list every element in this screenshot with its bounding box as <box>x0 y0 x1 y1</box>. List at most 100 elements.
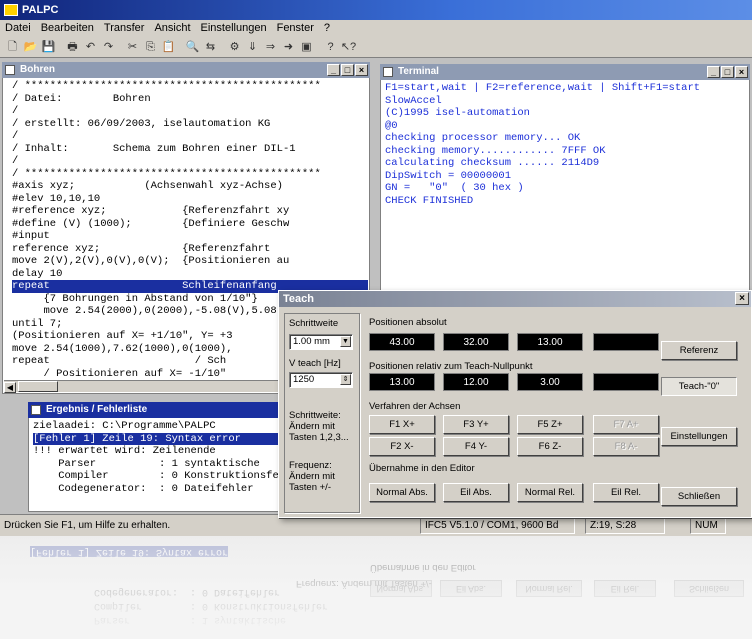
replace-icon[interactable]: ⇆ <box>202 39 219 56</box>
axis-button-4[interactable]: F2 X- <box>369 437 435 456</box>
result-line: Compiler : 0 Konstruktionsfehler <box>33 470 284 482</box>
terminal-line: DipSwitch = 00000001 <box>385 169 512 182</box>
close-dialog-button[interactable]: Schließen <box>661 487 737 506</box>
list-icon <box>31 405 41 415</box>
settings-button[interactable]: Einstellungen <box>661 427 737 446</box>
save-icon[interactable]: 💾 <box>40 39 57 56</box>
result-line: zielaadei: C:\Programme\PALPC <box>33 420 216 432</box>
editor-line: / Inhalt: Schema zum Bohren einer DIL-1 <box>12 142 296 155</box>
menu-item[interactable]: Fenster <box>272 20 319 36</box>
maximize-button[interactable]: □ <box>721 66 734 78</box>
scrollbar-thumb[interactable] <box>18 381 58 392</box>
editor-line: #input <box>12 230 50 242</box>
terminal-line: (C)1995 isel-automation <box>385 107 530 119</box>
terminal-icon[interactable]: ▣ <box>298 39 315 56</box>
rel-positions-label: Positionen relativ zum Teach-Nullpunkt <box>369 361 533 372</box>
schrittweite-select[interactable]: 1.00 mm ▼ <box>289 334 353 350</box>
schrittweite-value: 1.00 mm <box>293 336 330 347</box>
result-line: Codegenerator: : 0 Dateifehler <box>33 482 254 495</box>
close-button[interactable]: × <box>355 64 368 76</box>
menu-item[interactable]: Einstellungen <box>196 20 272 36</box>
editor-titlebar[interactable]: Bohren _ □ × <box>2 62 370 78</box>
maximize-button[interactable]: □ <box>341 64 354 76</box>
compile-icon[interactable]: ⚙ <box>226 39 243 56</box>
result-line: Parser : 1 syntaktische <box>33 457 260 470</box>
menu-item[interactable]: Transfer <box>99 20 150 36</box>
toolbar: 🗋 📂 💾 🖶 ↶ ↷ ✂ ⎘ 📋 🔍 ⇆ ⚙ ⇓ ⇒ ➜ ▣? ↖? <box>0 38 752 58</box>
help-icon[interactable]: ? <box>322 39 339 56</box>
editor-transfer-button[interactable]: Normal Rel. <box>517 483 583 502</box>
vteach-spinner[interactable]: 1250 ⇕ <box>289 372 353 388</box>
step-hint: Schrittweite: Ändern mit Tasten 1,2,3... <box>289 410 349 443</box>
editor-line: / **************************************… <box>12 167 321 180</box>
teach-zero-button[interactable]: Teach-"0" <box>661 377 737 396</box>
minimize-button[interactable]: _ <box>327 64 340 76</box>
editor-line: reference xyz; {Referenzfahrt <box>12 242 271 255</box>
context-help-icon[interactable]: ↖? <box>340 39 357 56</box>
axis-button-3: F7 A+ <box>593 415 659 434</box>
editor-transfer-button[interactable]: Eil Rel. <box>593 483 659 502</box>
editor-transfer-button[interactable]: Eil Abs. <box>443 483 509 502</box>
terminal-titlebar[interactable]: Terminal _ □ × <box>380 64 750 80</box>
menu-item[interactable]: ? <box>319 20 335 36</box>
results-titlebar[interactable]: Ergebnis / Fehlerliste <box>28 402 286 418</box>
open-folder-icon[interactable]: 📂 <box>22 39 39 56</box>
download-icon[interactable]: ⇓ <box>244 39 261 56</box>
rel-position-readout: 12.00 <box>443 373 509 391</box>
abs-position-readout <box>593 333 659 351</box>
transfer-icon[interactable]: ⇒ <box>262 39 279 56</box>
app-titlebar[interactable]: PALPC <box>0 0 752 20</box>
editor-line: / erstellt: 06/09/2003, iselautomation K… <box>12 117 271 130</box>
freq-hint: Frequenz: Ändern mit Tasten +/- <box>289 460 335 493</box>
chevron-down-icon[interactable]: ▼ <box>340 336 351 347</box>
paste-icon[interactable]: 📋 <box>160 39 177 56</box>
status-num: NUM <box>690 517 726 534</box>
menu-item[interactable]: Ansicht <box>149 20 195 36</box>
app-icon <box>4 4 18 17</box>
menubar: Datei Bearbeiten Transfer Ansicht Einstellun… <box>0 20 752 38</box>
axis-button-2[interactable]: F5 Z+ <box>517 415 583 434</box>
new-file-icon[interactable]: 🗋 <box>4 39 21 56</box>
print-icon[interactable]: 🖶 <box>64 39 81 56</box>
teach-titlebar[interactable]: Teach × <box>279 291 751 307</box>
terminal-line: checking processor memory... OK <box>385 132 581 144</box>
abs-position-readout: 32.00 <box>443 333 509 351</box>
close-icon[interactable]: × <box>735 292 749 305</box>
find-icon[interactable]: 🔍 <box>184 39 201 56</box>
teach-settings-panel: Schrittweite 1.00 mm ▼ V teach [Hz] 1250… <box>284 313 360 513</box>
error-list[interactable]: zielaadei: C:\Programme\PALPC [Fehler 1] … <box>30 420 284 510</box>
terminal-output[interactable]: F1=start,wait | F2=reference,wait | Shif… <box>382 82 748 290</box>
error-entry[interactable]: [Fehler 1] Zeile 19: Syntax error <box>33 432 284 445</box>
copy-icon[interactable]: ⎘ <box>142 39 159 56</box>
editor-line: move 2(V),2(V),0(V),0(V); {Positionieren… <box>12 255 290 267</box>
referenz-button[interactable]: Referenz <box>661 341 737 360</box>
status-position: Z:19, S:28 <box>585 517 665 534</box>
editor-line: / <box>12 130 19 142</box>
axis-button-0[interactable]: F1 X+ <box>369 415 435 434</box>
result-line: !!! erwartet wird: Zeilenende <box>33 445 216 457</box>
close-button[interactable]: × <box>735 66 748 78</box>
axis-button-6[interactable]: F6 Z- <box>517 437 583 456</box>
run-icon[interactable]: ➜ <box>280 39 297 56</box>
menu-item[interactable]: Datei <box>0 20 36 36</box>
abs-position-readout: 43.00 <box>369 333 435 351</box>
terminal-line: F1=start,wait | F2=reference,wait | Shif… <box>385 82 701 94</box>
rel-position-readout: 3.00 <box>517 373 583 391</box>
undo-icon[interactable]: ↶ <box>82 39 99 56</box>
editor-transfer-button[interactable]: Normal Abs. <box>369 483 435 502</box>
terminal-line: @0 <box>385 119 398 132</box>
spin-arrows-icon[interactable]: ⇕ <box>340 374 351 385</box>
scroll-left-icon[interactable]: ◀ <box>4 382 16 393</box>
cut-icon[interactable]: ✂ <box>124 39 141 56</box>
reflection-decoration: Codegenerator: : 0 Dateifehler Compiler … <box>0 536 752 639</box>
terminal-line: SlowAccel <box>385 94 442 107</box>
axis-button-5[interactable]: F4 Y- <box>443 437 509 456</box>
minimize-button[interactable]: _ <box>707 66 720 78</box>
schrittweite-label: Schrittweite <box>289 318 339 329</box>
editor-line: / <box>12 105 19 117</box>
teach-dialog: Teach × Schrittweite 1.00 mm ▼ V teach [… <box>278 290 752 518</box>
redo-icon[interactable]: ↷ <box>100 39 117 56</box>
axis-button-1[interactable]: F3 Y+ <box>443 415 509 434</box>
editor-line: / **************************************… <box>12 80 321 92</box>
menu-item[interactable]: Bearbeiten <box>36 20 99 36</box>
